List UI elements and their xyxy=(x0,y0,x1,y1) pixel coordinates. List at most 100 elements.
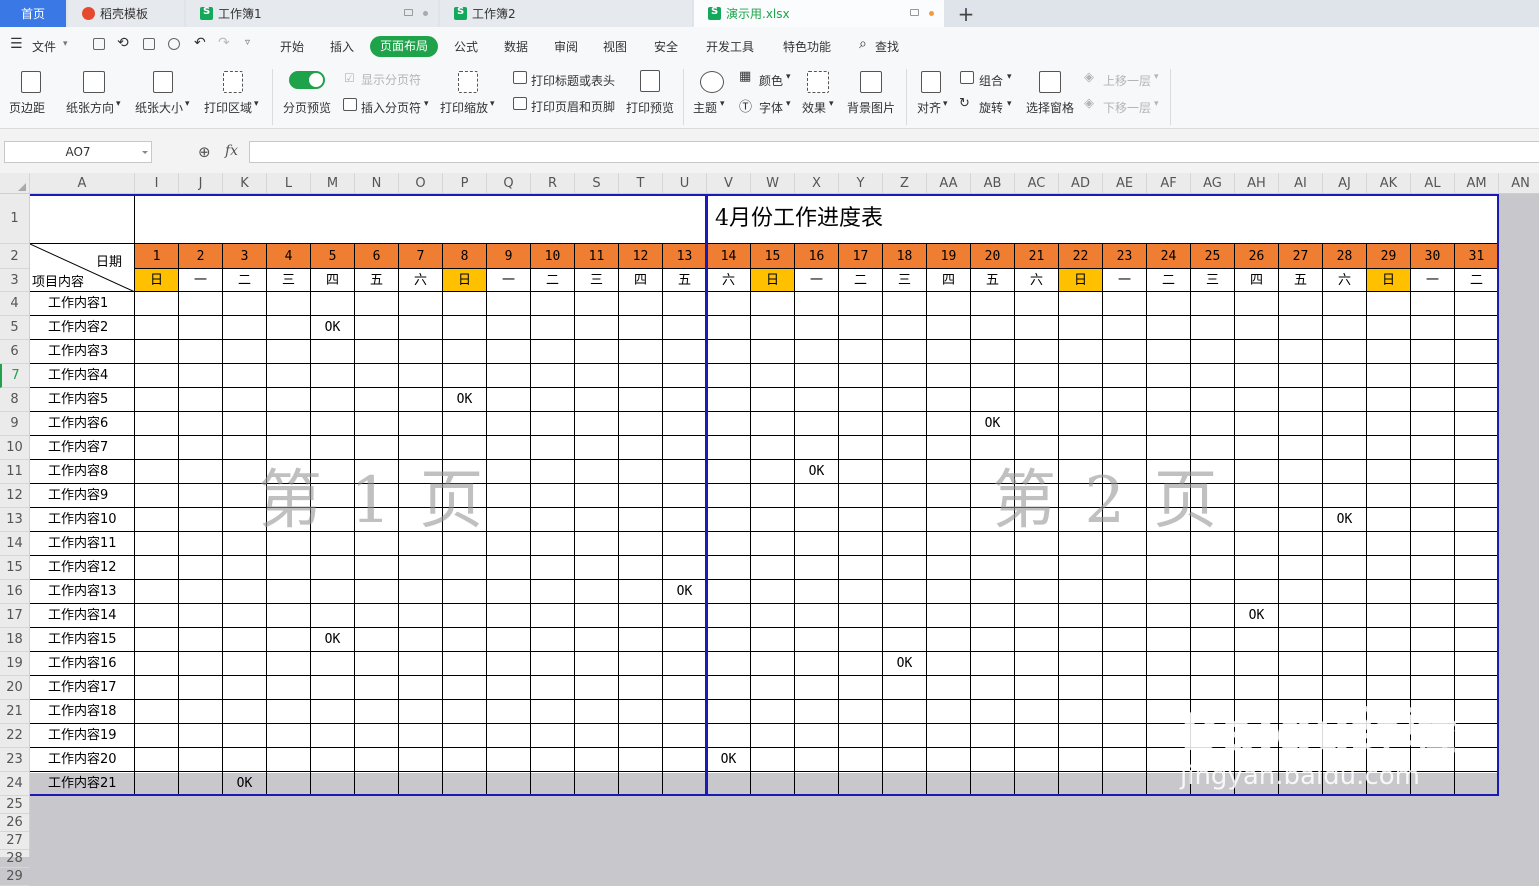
ok-mark-cell[interactable]: OK xyxy=(707,748,751,772)
item-name-cell[interactable]: 工作内容19 xyxy=(30,724,135,748)
column-header-z[interactable]: Z xyxy=(883,173,927,193)
progress-cell[interactable] xyxy=(795,340,839,364)
progress-cell[interactable] xyxy=(1279,292,1323,316)
insert-page-break-button[interactable]: 插入分页符 xyxy=(361,99,421,116)
progress-cell[interactable] xyxy=(1235,484,1279,508)
progress-cell[interactable] xyxy=(839,556,883,580)
progress-cell[interactable] xyxy=(1411,292,1455,316)
progress-cell[interactable] xyxy=(487,652,531,676)
progress-cell[interactable] xyxy=(399,412,443,436)
progress-cell[interactable] xyxy=(443,580,487,604)
progress-cell[interactable] xyxy=(707,556,751,580)
progress-cell[interactable] xyxy=(1147,364,1191,388)
day-cell[interactable]: 11 xyxy=(575,244,619,269)
column-header-i[interactable]: I xyxy=(135,173,179,193)
column-header-o[interactable]: O xyxy=(399,173,443,193)
column-header-ab[interactable]: AB xyxy=(971,173,1015,193)
progress-cell[interactable] xyxy=(1015,604,1059,628)
send-backward-icon[interactable]: ◈ xyxy=(1084,96,1094,111)
print-titles-icon[interactable] xyxy=(513,71,527,84)
progress-cell[interactable] xyxy=(1235,388,1279,412)
item-name-cell[interactable]: 工作内容2 xyxy=(30,316,135,340)
progress-cell[interactable] xyxy=(1191,652,1235,676)
row-header-21[interactable]: 21 xyxy=(0,700,29,724)
column-header-ak[interactable]: AK xyxy=(1367,173,1411,193)
progress-cell[interactable] xyxy=(267,292,311,316)
search-icon[interactable]: ⌕ xyxy=(859,36,867,52)
progress-cell[interactable] xyxy=(839,388,883,412)
progress-cell[interactable] xyxy=(1235,580,1279,604)
select-all-corner[interactable] xyxy=(0,173,30,193)
progress-cell[interactable] xyxy=(1147,508,1191,532)
progress-cell[interactable] xyxy=(619,388,663,412)
progress-cell[interactable] xyxy=(883,364,927,388)
progress-cell[interactable] xyxy=(1015,748,1059,772)
chevron-down-icon[interactable]: ▾ xyxy=(786,72,791,82)
ok-mark-cell[interactable]: OK xyxy=(883,652,927,676)
progress-cell[interactable] xyxy=(1411,364,1455,388)
progress-cell[interactable] xyxy=(927,676,971,700)
progress-cell[interactable] xyxy=(927,772,971,796)
progress-cell[interactable] xyxy=(135,316,179,340)
progress-cell[interactable] xyxy=(1235,556,1279,580)
progress-cell[interactable] xyxy=(1147,412,1191,436)
progress-cell[interactable] xyxy=(883,484,927,508)
progress-cell[interactable] xyxy=(487,628,531,652)
chevron-down-icon[interactable]: ▾ xyxy=(254,99,259,109)
progress-cell[interactable] xyxy=(179,436,223,460)
progress-cell[interactable] xyxy=(883,556,927,580)
progress-cell[interactable] xyxy=(795,652,839,676)
progress-cell[interactable] xyxy=(399,772,443,796)
menu-formulas[interactable]: 公式 xyxy=(454,38,478,55)
group-icon[interactable] xyxy=(960,71,974,84)
progress-cell[interactable] xyxy=(355,340,399,364)
row-header-13[interactable]: 13 xyxy=(0,508,29,532)
progress-cell[interactable] xyxy=(223,460,267,484)
progress-cell[interactable] xyxy=(311,652,355,676)
send-backward-button[interactable]: 下移一层 xyxy=(1103,99,1151,116)
day-cell[interactable]: 15 xyxy=(751,244,795,269)
progress-cell[interactable] xyxy=(267,436,311,460)
progress-cell[interactable] xyxy=(179,580,223,604)
progress-cell[interactable] xyxy=(839,316,883,340)
progress-cell[interactable] xyxy=(267,628,311,652)
progress-cell[interactable] xyxy=(1411,652,1455,676)
progress-cell[interactable] xyxy=(443,652,487,676)
progress-cell[interactable] xyxy=(179,412,223,436)
progress-cell[interactable] xyxy=(1059,748,1103,772)
progress-cell[interactable] xyxy=(487,676,531,700)
background-image-button[interactable]: 背景图片 xyxy=(847,99,895,116)
selection-pane-icon[interactable] xyxy=(1039,71,1061,93)
progress-cell[interactable] xyxy=(1147,484,1191,508)
theme-button[interactable]: 主题 xyxy=(693,99,717,116)
progress-cell[interactable] xyxy=(1015,628,1059,652)
progress-cell[interactable] xyxy=(663,508,707,532)
progress-cell[interactable] xyxy=(1015,772,1059,796)
margins-icon[interactable] xyxy=(21,71,41,93)
progress-cell[interactable] xyxy=(575,628,619,652)
progress-cell[interactable] xyxy=(1059,628,1103,652)
day-cell[interactable]: 21 xyxy=(1015,244,1059,269)
progress-cell[interactable] xyxy=(1279,316,1323,340)
progress-cell[interactable] xyxy=(1103,772,1147,796)
menu-security[interactable]: 安全 xyxy=(654,38,678,55)
progress-cell[interactable] xyxy=(619,652,663,676)
progress-cell[interactable] xyxy=(1367,340,1411,364)
progress-cell[interactable] xyxy=(751,292,795,316)
progress-cell[interactable] xyxy=(487,532,531,556)
progress-cell[interactable] xyxy=(751,364,795,388)
progress-cell[interactable] xyxy=(619,292,663,316)
progress-cell[interactable] xyxy=(1455,772,1499,796)
ok-mark-cell[interactable]: OK xyxy=(971,412,1015,436)
orientation-button[interactable]: 纸张方向 xyxy=(66,99,114,116)
progress-cell[interactable] xyxy=(839,580,883,604)
progress-cell[interactable] xyxy=(135,412,179,436)
progress-cell[interactable] xyxy=(1455,532,1499,556)
progress-cell[interactable] xyxy=(795,316,839,340)
progress-cell[interactable] xyxy=(575,340,619,364)
progress-cell[interactable] xyxy=(1279,436,1323,460)
item-name-cell[interactable]: 工作内容11 xyxy=(30,532,135,556)
progress-cell[interactable] xyxy=(839,604,883,628)
progress-cell[interactable] xyxy=(795,532,839,556)
progress-cell[interactable] xyxy=(575,292,619,316)
